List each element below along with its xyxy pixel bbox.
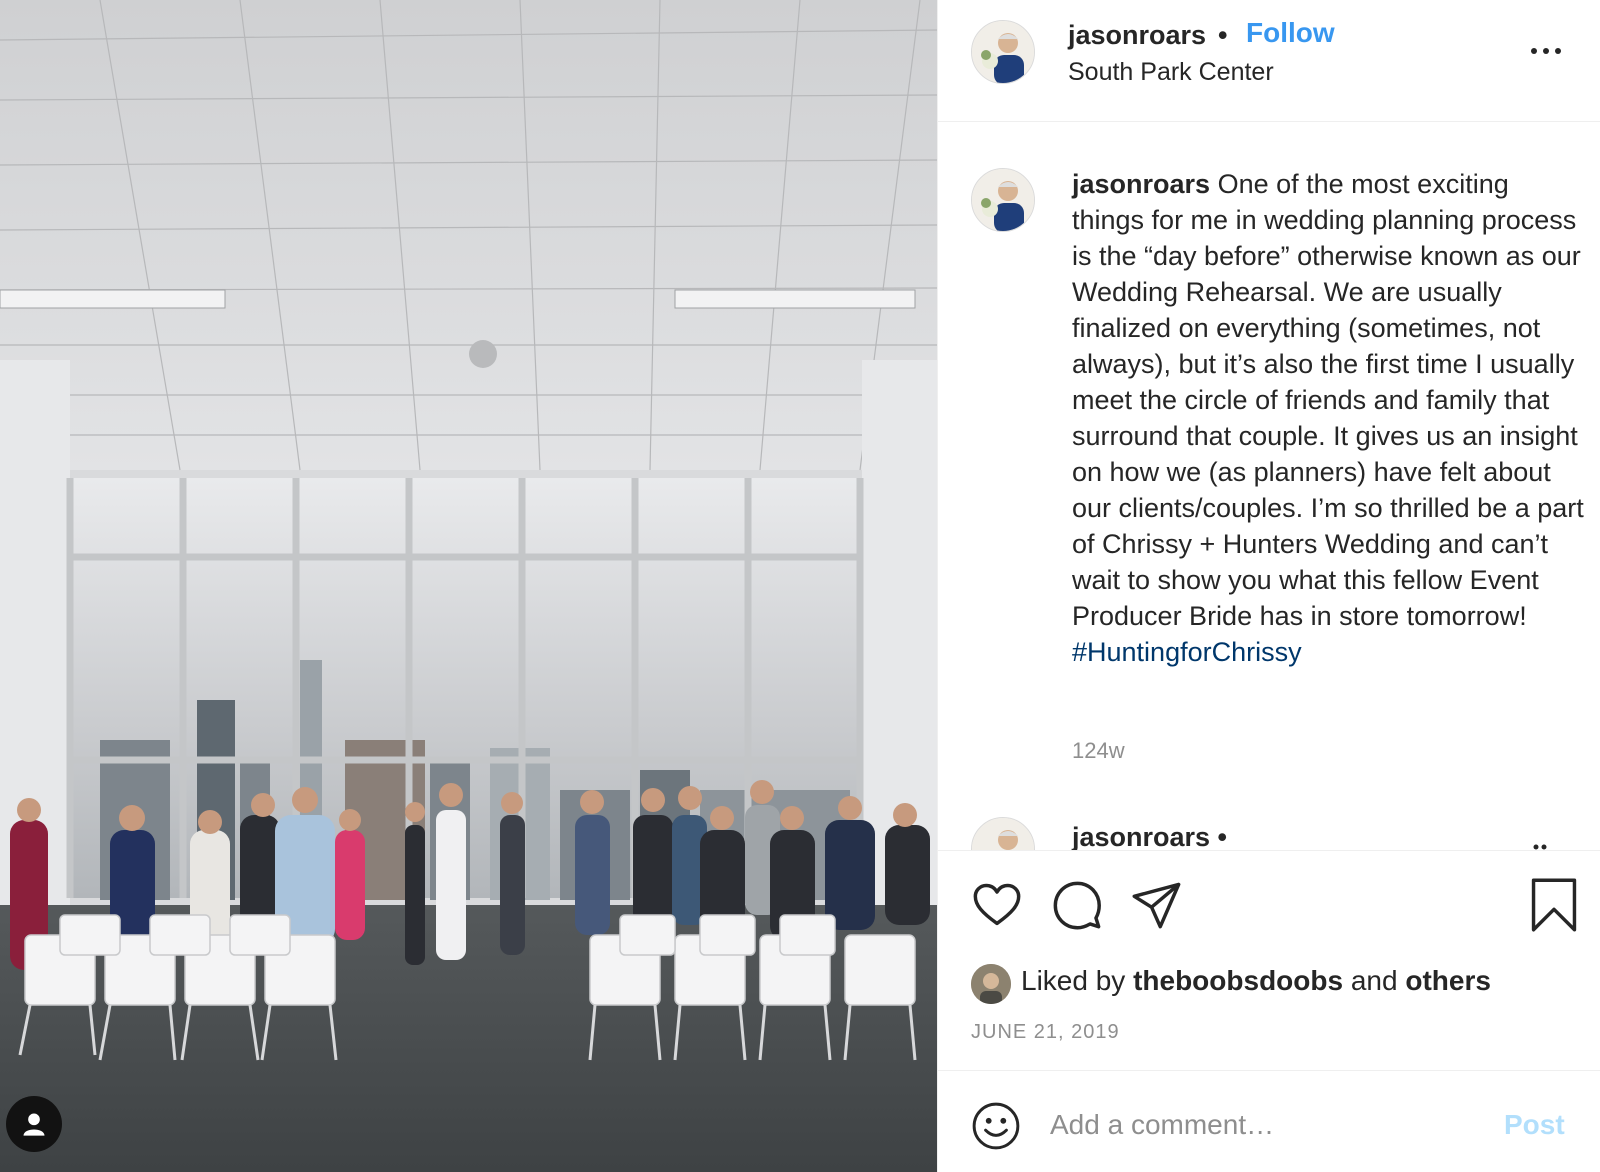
user-tag-icon: [23, 1113, 45, 1136]
likes-others-link[interactable]: others: [1405, 965, 1491, 996]
like-button[interactable]: [971, 879, 1023, 931]
comment-icon: [1053, 881, 1101, 930]
paper-plane-icon: [1132, 882, 1181, 929]
post-date[interactable]: JUNE 21, 2019: [971, 1021, 1120, 1044]
user-tag-button[interactable]: [6, 1096, 62, 1152]
emoji-button[interactable]: [971, 1101, 1021, 1151]
author-username[interactable]: jasonroars: [1068, 20, 1206, 51]
caption-username[interactable]: jasonroars: [1072, 169, 1210, 199]
reply-author-avatar[interactable]: [971, 817, 1035, 850]
post-caption: jasonroars One of the most exciting thin…: [1072, 166, 1584, 670]
comment-button[interactable]: [1051, 879, 1103, 931]
post-time-ago[interactable]: 124w: [1072, 738, 1125, 764]
more-options-button[interactable]: [1526, 34, 1566, 64]
caption-section: jasonroars One of the most exciting thin…: [938, 122, 1600, 850]
post-actions: Liked by theboobsdoobs and others JUNE 2…: [938, 850, 1600, 1070]
post-sidebar: jasonroars • Follow South Park Center ja…: [937, 0, 1600, 1172]
heart-icon: [973, 883, 1021, 926]
wedding-rehearsal-photo: [0, 0, 937, 1172]
comment-input[interactable]: [1050, 1099, 1480, 1151]
author-avatar[interactable]: [971, 20, 1035, 84]
post-location[interactable]: South Park Center: [1068, 58, 1274, 87]
save-button[interactable]: [1528, 877, 1580, 932]
reply-options-button[interactable]: [1528, 832, 1558, 850]
more-options-icon: [1531, 48, 1561, 54]
likes-prefix: Liked by: [1021, 965, 1126, 996]
follow-button[interactable]: Follow: [1246, 17, 1335, 49]
header-separator: •: [1218, 20, 1228, 50]
reply-username[interactable]: jasonroars •: [1072, 822, 1227, 850]
avatar-photo: [972, 169, 1034, 231]
liker-username[interactable]: theboobsdoobs: [1133, 965, 1343, 996]
likes-summary: Liked by theboobsdoobs and others: [1021, 965, 1491, 997]
bookmark-icon: [1531, 878, 1577, 932]
hashtag-link[interactable]: #HuntingforChrissy: [1072, 637, 1302, 667]
avatar-photo: [972, 818, 1034, 850]
caption-author-avatar[interactable]: [971, 168, 1035, 232]
smiley-icon: [972, 1102, 1020, 1150]
avatar-photo: [971, 964, 1011, 1004]
comment-form: Post: [938, 1070, 1600, 1172]
avatar-photo: [972, 21, 1034, 83]
post-comment-button[interactable]: Post: [1504, 1109, 1565, 1141]
likes-middle: and: [1350, 965, 1398, 996]
liker-avatar[interactable]: [971, 964, 1011, 1004]
more-options-icon: [1533, 844, 1547, 850]
caption-text: One of the most exciting things for me i…: [1072, 169, 1584, 631]
post-photo[interactable]: [0, 0, 937, 1172]
post-header: jasonroars • Follow South Park Center: [938, 0, 1600, 122]
share-button[interactable]: [1131, 879, 1183, 931]
